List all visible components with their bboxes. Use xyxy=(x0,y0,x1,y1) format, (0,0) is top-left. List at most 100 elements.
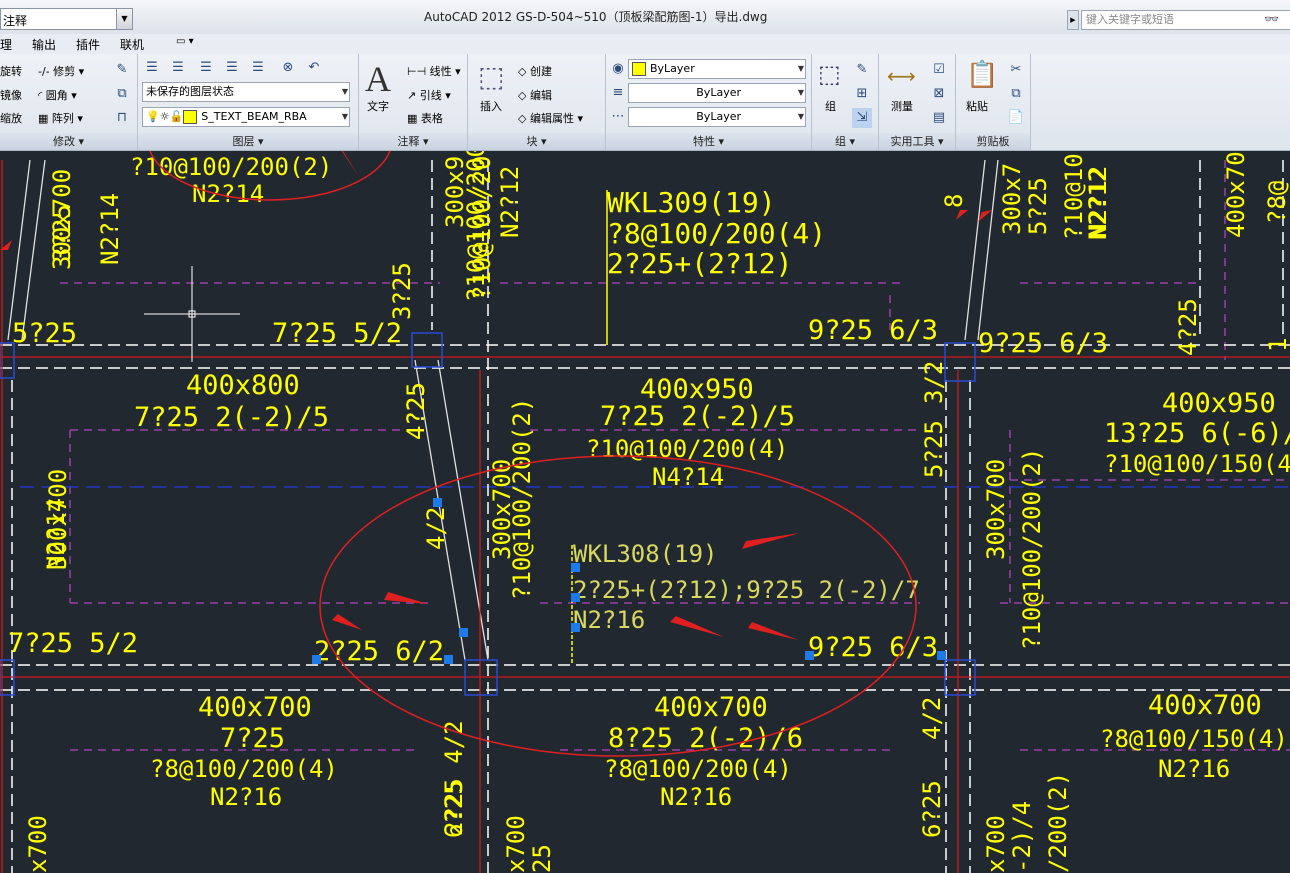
beam-label[interactable]: 7?25 5/2 xyxy=(8,628,138,659)
select-all-icon[interactable]: ⊠ xyxy=(929,84,949,104)
beam-vlabel[interactable]: 300x700 xyxy=(982,459,1010,560)
edit-block-button[interactable]: ◇ 编辑 xyxy=(518,87,552,103)
beam-label[interactable]: WKL308(19) xyxy=(573,540,718,568)
insert-icon[interactable]: ⬚ xyxy=(478,60,504,93)
beam-vlabel[interactable]: 3?25 xyxy=(388,262,416,320)
leader-button[interactable]: ↗ 引线 ▾ xyxy=(407,87,451,103)
calculator-icon[interactable]: ▤ xyxy=(929,108,949,128)
trim-button[interactable]: -/- 修剪 ▾ xyxy=(38,63,84,79)
beam-vlabel[interactable]: 2?25 4/2 xyxy=(440,720,468,836)
beam-vlabel[interactable]: 4?25 xyxy=(1174,298,1202,356)
measure-button[interactable]: 测量 xyxy=(891,98,913,114)
group-icon[interactable]: ⬚ xyxy=(818,60,841,88)
beam-label[interactable]: ?10@100/150(4) xyxy=(1104,450,1290,478)
beam-label[interactable]: N2?16 xyxy=(210,783,282,811)
group-edit-icon[interactable]: ⊞ xyxy=(852,84,872,104)
panel-title-annotation[interactable]: 注释 ▾ xyxy=(359,133,467,150)
create-block-button[interactable]: ◇ 创建 xyxy=(518,63,552,79)
beam-vlabel[interactable]: 4?25 xyxy=(402,382,430,440)
copy-clip-icon[interactable]: ⧉ xyxy=(1006,84,1026,104)
fillet-button[interactable]: ◜ 圆角 ▾ xyxy=(38,87,77,103)
beam-label[interactable]: N2?16 xyxy=(660,783,732,811)
expand-arrow-icon[interactable]: ▶ xyxy=(1067,10,1079,30)
panel-title-modify[interactable]: 修改 ▾ xyxy=(0,133,137,150)
workspace-dropdown[interactable]: 注释 ▼ xyxy=(0,8,133,30)
beam-vlabel[interactable]: x700 xyxy=(982,815,1010,873)
grip-handle[interactable] xyxy=(459,628,468,637)
color-select[interactable]: ByLayer ▼ xyxy=(628,59,806,79)
beam-vlabel[interactable]: x700 xyxy=(502,815,530,873)
insert-button[interactable]: 插入 xyxy=(480,98,502,114)
beam-vlabel[interactable]: ?10@100/200(2) xyxy=(1018,448,1046,650)
beam-vlabel[interactable]: ?10@100/200(2) xyxy=(508,398,536,600)
beam-label[interactable]: 5?25 xyxy=(12,318,77,349)
beam-label[interactable]: 9?25 6/3 xyxy=(808,632,938,663)
rotate-button[interactable]: 旋转 xyxy=(0,63,22,79)
panel-title-utilities[interactable]: 实用工具 ▾ xyxy=(879,133,955,150)
grip-handle[interactable] xyxy=(571,593,580,602)
current-layer-select[interactable]: 💡☼🔓 S_TEXT_BEAM_RBA ▼ xyxy=(142,107,350,127)
panel-title-clipboard[interactable]: 剪贴板 xyxy=(956,133,1030,150)
beam-vlabel[interactable]: 4/2 xyxy=(422,507,450,550)
grip-handle[interactable] xyxy=(433,498,442,507)
beam-vlabel[interactable]: N2?12 xyxy=(1084,168,1112,240)
text-button[interactable]: 文字 xyxy=(367,98,389,114)
beam-vlabel[interactable]: 1 xyxy=(1264,338,1290,352)
layer-lock-icon[interactable]: ☰ xyxy=(222,58,242,78)
beam-label[interactable]: 400x800 xyxy=(186,370,300,401)
beam-vlabel[interactable]: 3/2 xyxy=(920,361,948,404)
beam-vlabel[interactable]: /200(2) xyxy=(1044,772,1072,873)
group-button[interactable]: 组 xyxy=(825,98,836,114)
linetype-select[interactable]: ByLayer ▼ xyxy=(628,107,806,127)
lineweight-select[interactable]: ByLayer ▼ xyxy=(628,83,806,103)
beam-label[interactable]: 400x950 xyxy=(1162,388,1276,419)
beam-label[interactable]: 9?25 6/3 xyxy=(808,315,938,346)
beam-vlabel[interactable]: N2?14 xyxy=(96,193,124,265)
beam-vlabel[interactable]: ?8@ xyxy=(1263,181,1290,224)
offset-icon[interactable]: ⊓ xyxy=(112,108,132,128)
panel-title-block[interactable]: 块 ▾ xyxy=(468,133,605,150)
ribbon-toggle-icon[interactable]: ▭ ▾ xyxy=(176,36,194,47)
grip-handle[interactable] xyxy=(937,651,946,660)
search-input[interactable]: 键入关键字或短语 xyxy=(1081,10,1290,30)
menu-item-online[interactable]: 联机 xyxy=(120,36,144,53)
beam-vlabel[interactable]: 3?25 xyxy=(48,204,76,262)
ungroup-icon[interactable]: ✎ xyxy=(852,60,872,80)
beam-label[interactable]: WKL309(19) xyxy=(607,186,776,219)
beam-label[interactable]: N2?16 xyxy=(573,606,645,634)
grip-handle[interactable] xyxy=(312,655,321,664)
beam-label[interactable]: N2?14 xyxy=(192,180,264,208)
beam-vlabel[interactable]: 6?25 xyxy=(918,780,946,838)
beam-vlabel[interactable]: 5?25 xyxy=(1024,177,1052,235)
beam-label[interactable]: 400x700 xyxy=(654,692,768,723)
scale-button[interactable]: 缩放 xyxy=(0,110,22,126)
grip-handle[interactable] xyxy=(805,651,814,660)
panel-title-group[interactable]: 组 ▾ xyxy=(812,133,878,150)
beam-label[interactable]: ?8@100/200(4) xyxy=(607,217,826,250)
beam-vlabel[interactable]: 4/2 xyxy=(918,697,946,740)
layer-isolate-icon[interactable]: ☰ xyxy=(168,58,188,78)
beam-label[interactable]: ?8@100/200(4) xyxy=(150,755,338,783)
grip-handle[interactable] xyxy=(571,563,580,572)
erase-icon[interactable]: ✎ xyxy=(112,60,132,80)
beam-label[interactable]: ?10@100/200(4) xyxy=(586,435,788,463)
beam-label[interactable]: 7?25 2(-2)/5 xyxy=(600,401,795,432)
beam-label[interactable]: 7?25 2(-2)/5 xyxy=(134,402,329,433)
beam-label[interactable]: N2?16 xyxy=(1158,755,1230,783)
menu-item-output[interactable]: 输出 xyxy=(32,36,56,53)
table-button[interactable]: ▦ 表格 xyxy=(407,110,443,126)
group-select-icon[interactable]: ⇲ xyxy=(852,108,872,128)
quick-select-icon[interactable]: ☑ xyxy=(929,60,949,80)
paste-button[interactable]: 粘贴 xyxy=(966,98,988,114)
text-icon[interactable]: A xyxy=(365,58,391,100)
beam-label[interactable]: 9?25 6/3 xyxy=(978,328,1108,359)
copy-icon[interactable]: ⧉ xyxy=(112,84,132,104)
beam-label[interactable]: 400x700 xyxy=(198,692,312,723)
drawing-svg[interactable]: ?10@100/200(2)N2?14 WKL309(19)?8@100/200(… xyxy=(0,151,1290,873)
paste-icon[interactable]: 📋 xyxy=(966,60,998,90)
beam-label[interactable]: 2?25+(2?12);9?25 2(-2)/7 xyxy=(573,576,920,604)
binoculars-icon[interactable]: 👓 xyxy=(1264,12,1279,26)
beam-vlabel[interactable]: -2)/4 xyxy=(1008,801,1036,873)
layer-off-icon[interactable]: ☰ xyxy=(196,58,216,78)
paste-special-icon[interactable]: 📄 xyxy=(1006,108,1026,128)
